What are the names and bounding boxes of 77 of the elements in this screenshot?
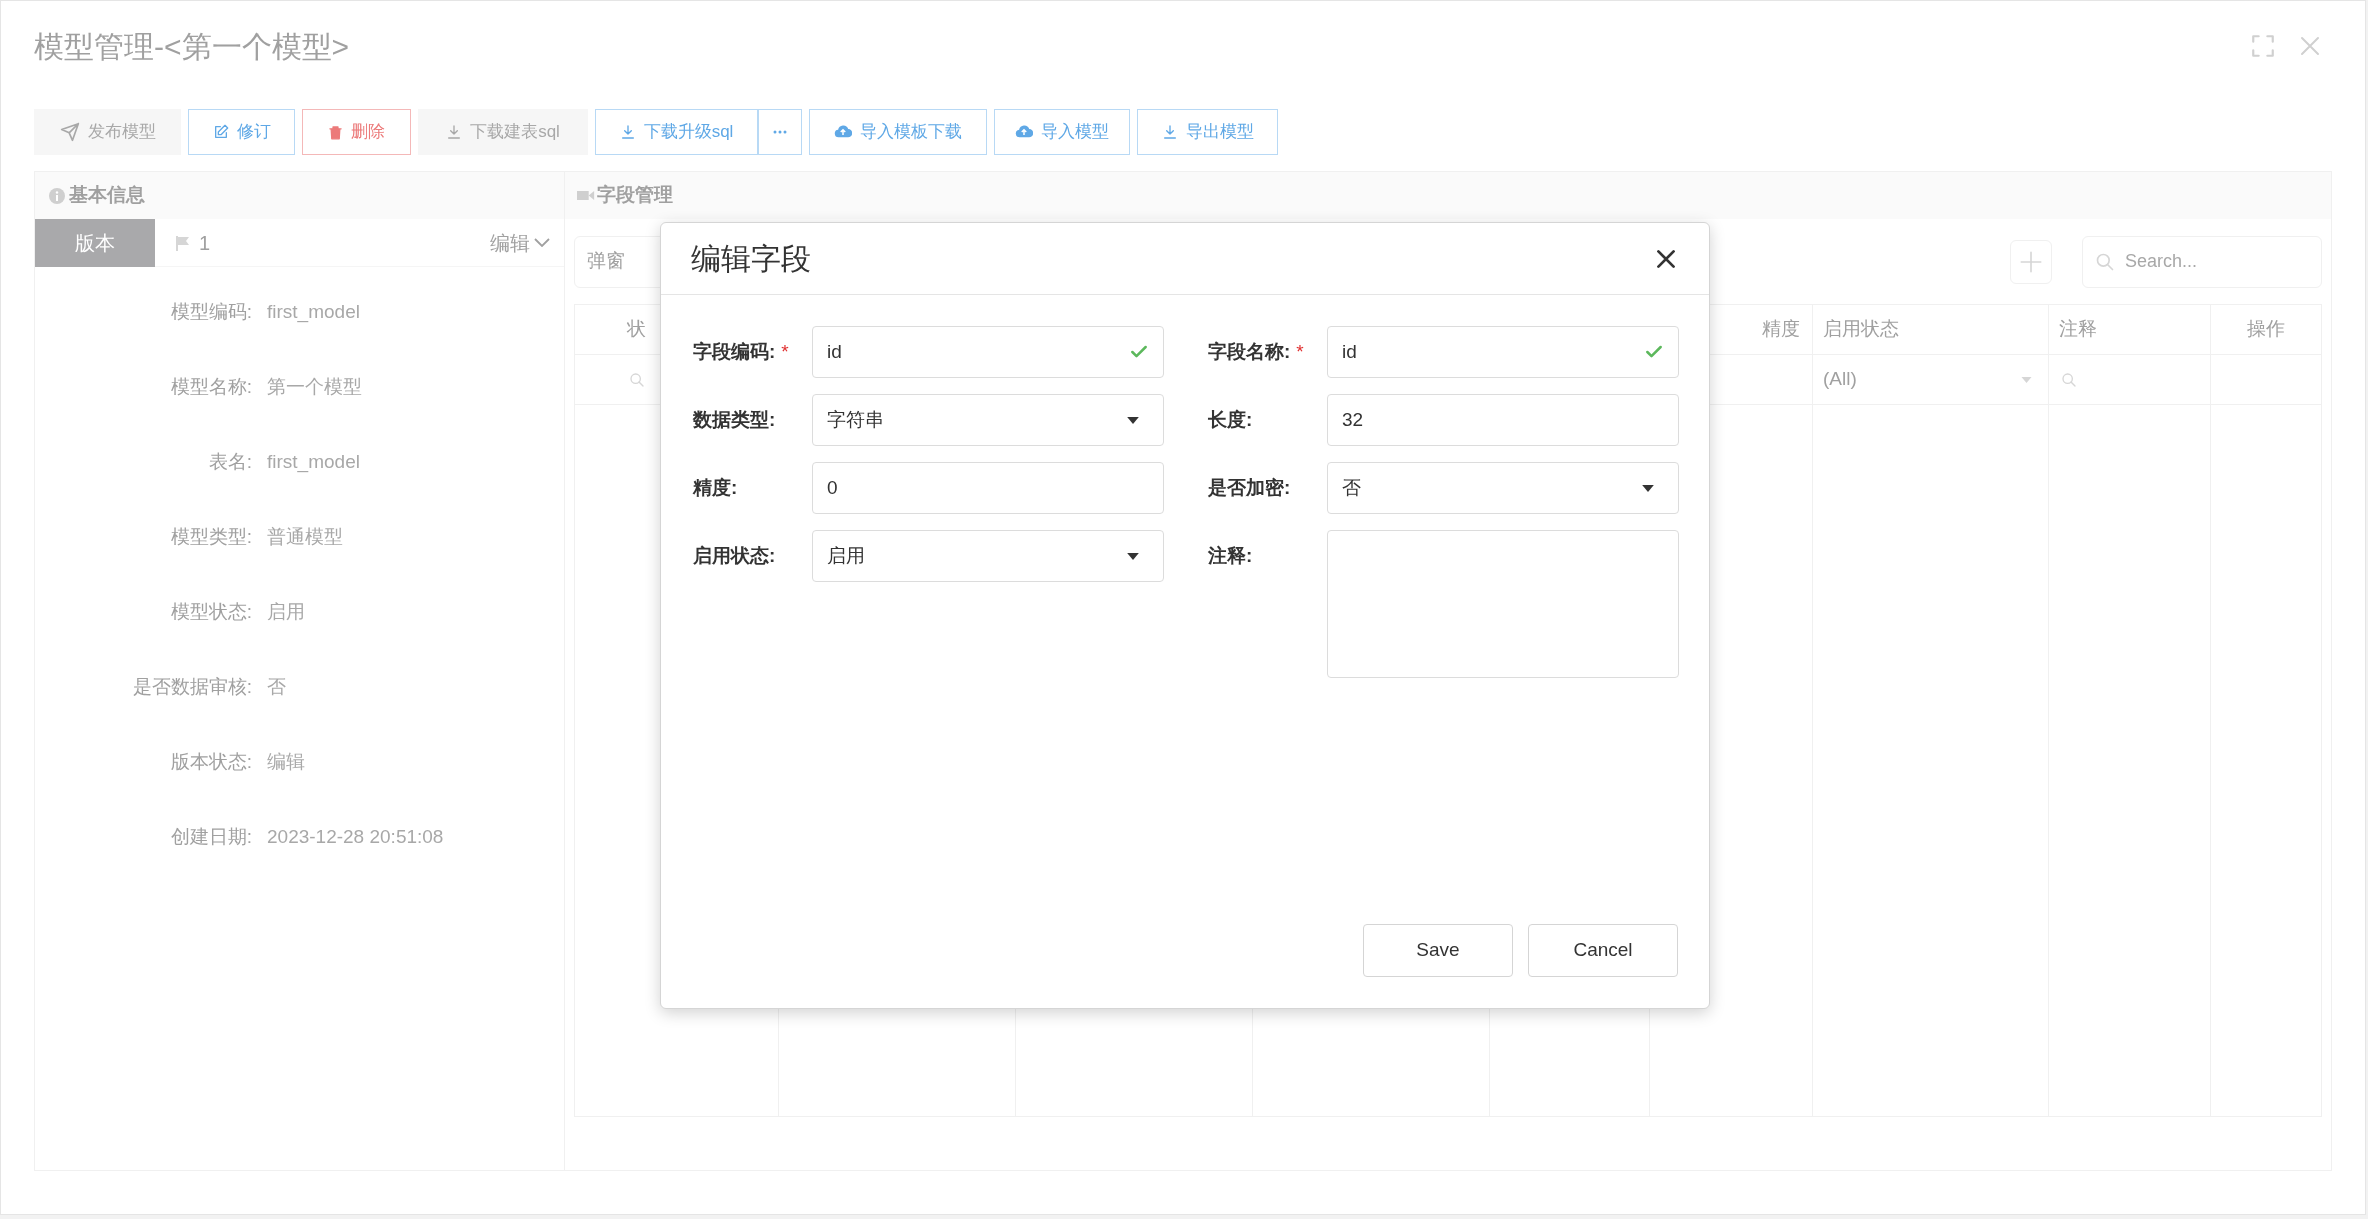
field-label: 字段编码:	[693, 339, 776, 364]
caret-down-icon	[1642, 484, 1654, 492]
field-label: 数据类型:	[693, 407, 776, 432]
fullscreen-icon[interactable]	[2250, 33, 2276, 59]
select-field[interactable]: 字符串	[812, 394, 1164, 446]
send-icon	[59, 122, 80, 142]
toolbar-button[interactable]: 导入模板下载	[809, 109, 987, 155]
dialog-button[interactable]: Save	[1363, 924, 1513, 977]
version-number: 1	[199, 230, 211, 256]
panel-title: 字段管理	[597, 183, 673, 208]
edit-dropdown[interactable]: 编辑	[490, 227, 564, 258]
column-header: 注释	[2059, 317, 2097, 342]
more-icon	[773, 130, 787, 134]
info-value: 第一个模型	[267, 375, 362, 400]
column-header: 精度	[1762, 317, 1800, 342]
chevron-down-icon	[534, 238, 550, 247]
info-icon	[49, 187, 65, 204]
field-label: 注释:	[1208, 543, 1253, 568]
trash-icon	[328, 124, 343, 140]
info-label: 模型编码:	[170, 300, 252, 325]
text-field[interactable]: id	[1327, 326, 1679, 378]
edit-icon	[212, 124, 229, 140]
info-label: 创建日期:	[170, 825, 252, 850]
column-header: 状	[627, 317, 646, 342]
textarea-field[interactable]	[1327, 530, 1679, 678]
toolbar-button[interactable]: 导出模型	[1137, 109, 1278, 155]
download-icon	[1161, 124, 1178, 140]
dialog-button[interactable]: Cancel	[1528, 924, 1678, 977]
select-field[interactable]: 启用	[812, 530, 1164, 582]
text-field[interactable]: id	[812, 326, 1164, 378]
info-label: 版本状态:	[170, 750, 252, 775]
text-field[interactable]: 32	[1327, 394, 1679, 446]
caret-down-icon	[1127, 552, 1139, 560]
download-icon	[619, 124, 636, 140]
required-mark: *	[781, 339, 789, 364]
toolbar-button[interactable]: 下载升级sql	[595, 109, 758, 155]
toolbar-button[interactable]: 删除	[302, 109, 411, 155]
field-label: 字段名称:	[1208, 339, 1291, 364]
info-value: 否	[267, 675, 286, 700]
caret-down-icon	[2021, 376, 2032, 383]
status-filter[interactable]: (All)	[1813, 365, 2048, 394]
flag-icon	[175, 234, 191, 251]
search-icon	[2061, 371, 2077, 388]
add-button[interactable]	[2010, 239, 2052, 284]
field-label: 精度:	[693, 475, 738, 500]
info-label: 模型类型:	[170, 525, 252, 550]
search-icon	[629, 371, 645, 388]
panel-title: 基本信息	[69, 183, 145, 208]
text-field[interactable]: 0	[812, 462, 1164, 514]
info-value: 普通模型	[267, 525, 343, 550]
camera-icon	[577, 189, 595, 202]
info-label: 表名:	[208, 450, 252, 475]
more-button[interactable]	[758, 109, 802, 155]
field-label: 长度:	[1208, 407, 1253, 432]
field-label: 启用状态:	[693, 543, 776, 568]
toolbar-button[interactable]: 导入模型	[994, 109, 1130, 155]
info-value: first_model	[267, 300, 360, 325]
toolbar-button[interactable]: 修订	[188, 109, 295, 155]
info-label: 是否数据审核:	[132, 675, 252, 700]
window-title: 模型管理-<第一个模型>	[34, 28, 350, 65]
info-value: first_model	[267, 450, 360, 475]
column-header: 操作	[2247, 317, 2285, 342]
caret-down-icon	[1127, 416, 1139, 424]
download-icon	[446, 124, 463, 140]
search-icon	[2095, 251, 2115, 272]
dialog-title: 编辑字段	[691, 241, 811, 277]
info-label: 模型状态:	[170, 600, 252, 625]
required-mark: *	[1296, 339, 1304, 364]
column-header: 启用状态	[1823, 317, 1899, 342]
search-field[interactable]: Search...	[2082, 235, 2322, 288]
info-value: 编辑	[267, 750, 305, 775]
info-label: 模型名称:	[170, 375, 252, 400]
version-tab[interactable]: 版本	[35, 218, 155, 267]
select-field[interactable]: 否	[1327, 462, 1679, 514]
info-value: 2023-12-28 20:51:08	[267, 825, 444, 850]
info-value: 启用	[267, 600, 305, 625]
field-label: 是否加密:	[1208, 475, 1291, 500]
